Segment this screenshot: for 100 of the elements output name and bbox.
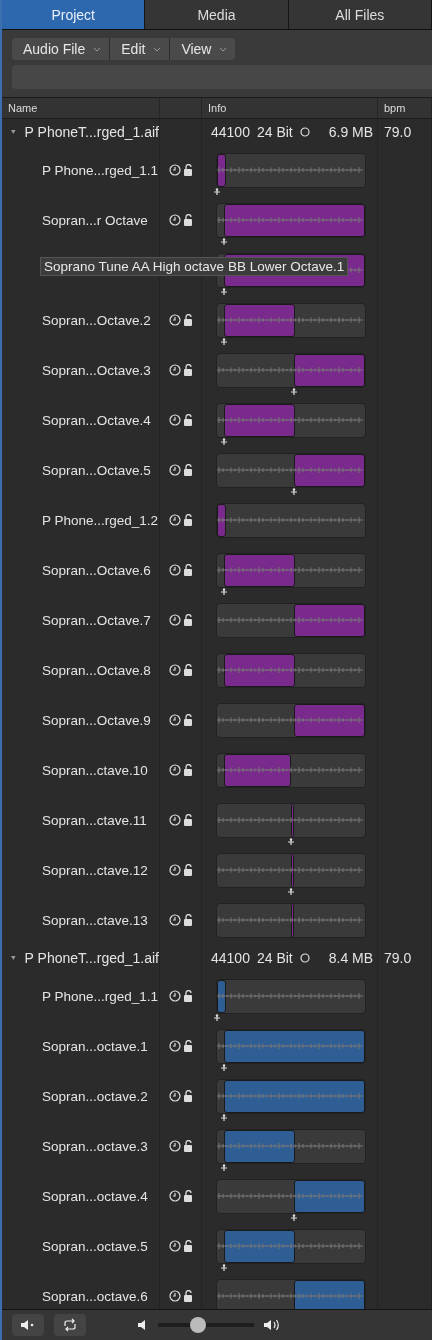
clock-icon xyxy=(168,1240,181,1252)
padlock-icon xyxy=(182,514,193,526)
padlock-icon xyxy=(182,1240,193,1252)
volume-low-icon xyxy=(138,1320,148,1330)
region-name[interactable]: Sopran...octave.2 xyxy=(2,1088,148,1104)
menu-button[interactable]: Audio File xyxy=(12,38,111,60)
region-name[interactable]: Sopran...Octave.7 xyxy=(2,612,151,628)
speaker-button[interactable] xyxy=(12,1314,44,1336)
bit-depth: 24 Bit xyxy=(256,950,293,966)
padlock-icon xyxy=(182,314,193,326)
circle-icon xyxy=(299,953,310,963)
padlock-icon xyxy=(182,464,193,476)
clock-icon xyxy=(168,1140,181,1152)
region-name[interactable]: Sopran...octave.5 xyxy=(2,1238,148,1254)
clock-icon xyxy=(168,1190,181,1202)
padlock-icon xyxy=(182,990,193,1002)
column-header[interactable]: Info xyxy=(208,102,227,114)
padlock-icon xyxy=(182,614,193,626)
loop-icon xyxy=(62,1318,78,1332)
padlock-icon xyxy=(182,664,193,676)
region-name[interactable]: Sopran...ctave.12 xyxy=(2,862,148,878)
clock-icon xyxy=(168,814,181,826)
padlock-icon xyxy=(182,1090,193,1102)
padlock-icon xyxy=(182,914,193,926)
disclosure-triangle-icon[interactable] xyxy=(11,128,16,136)
region-name[interactable]: Sopran...Octave.6 xyxy=(2,562,151,578)
disclosure-triangle-icon[interactable] xyxy=(11,954,16,962)
clock-icon xyxy=(168,664,181,676)
region-name[interactable]: P Phone...rged_1.1 xyxy=(2,162,159,178)
loop-button[interactable] xyxy=(54,1314,86,1336)
bpm-value: 79.0 xyxy=(384,950,412,966)
file-size: 8.4 MB xyxy=(328,950,374,966)
clock-icon xyxy=(168,914,181,926)
sample-rate: 44100 xyxy=(211,124,250,140)
clock-icon xyxy=(168,764,181,776)
clock-icon xyxy=(168,614,181,626)
clock-icon xyxy=(168,214,181,226)
clock-icon xyxy=(168,364,181,376)
padlock-icon xyxy=(182,864,193,876)
region-name[interactable]: Sopran...Octave.4 xyxy=(2,412,151,428)
padlock-icon xyxy=(182,814,193,826)
file-size: 6.9 MB xyxy=(328,124,374,140)
bit-depth: 24 Bit xyxy=(256,124,293,140)
padlock-icon xyxy=(182,414,193,426)
region-name[interactable]: Sopran...Octave.3 xyxy=(2,362,151,378)
region-name[interactable]: Sopran...Octave.8 xyxy=(2,662,151,678)
region-name[interactable]: Sopran...ctave.10 xyxy=(2,762,148,778)
padlock-icon xyxy=(182,1290,193,1302)
region-name[interactable]: Sopran...Octave.2 xyxy=(2,312,151,328)
speaker-icon xyxy=(20,1319,36,1331)
padlock-icon xyxy=(182,1140,193,1152)
chevron-icon xyxy=(219,46,228,52)
region-name[interactable]: Sopran...octave.6 xyxy=(2,1288,148,1304)
region-name[interactable]: Sopran...ctave.11 xyxy=(2,812,147,828)
region-name[interactable]: Sopran...octave.3 xyxy=(2,1138,148,1154)
audio-file-name[interactable]: P PhoneT...rged_1.aif xyxy=(24,124,159,140)
menu-button[interactable]: View xyxy=(170,38,236,60)
menu-button[interactable]: Edit xyxy=(110,38,171,60)
padlock-icon xyxy=(182,1190,193,1202)
tab[interactable]: Media xyxy=(145,0,289,29)
clock-icon xyxy=(168,414,181,426)
audio-file-name[interactable]: P PhoneT...rged_1.aif xyxy=(24,950,159,966)
region-name[interactable]: P Phone...rged_1.2 xyxy=(2,512,159,528)
column-header[interactable]: bpm xyxy=(384,102,406,114)
clock-icon xyxy=(168,314,181,326)
column-header[interactable]: Name xyxy=(8,102,38,114)
clock-icon xyxy=(168,1090,181,1102)
region-name[interactable]: Sopran...r Octave xyxy=(2,212,148,228)
clock-icon xyxy=(168,464,181,476)
padlock-icon xyxy=(182,214,193,226)
slider-thumb[interactable] xyxy=(190,1317,206,1333)
sample-rate: 44100 xyxy=(211,950,250,966)
tab[interactable]: Project xyxy=(2,0,146,29)
clock-icon xyxy=(168,714,181,726)
clock-icon xyxy=(168,1290,181,1302)
circle-icon xyxy=(299,127,310,137)
bpm-value: 79.0 xyxy=(384,124,412,140)
chevron-icon xyxy=(93,46,102,52)
padlock-icon xyxy=(182,764,193,776)
region-name[interactable]: Sopran...Octave.9 xyxy=(2,712,151,728)
clock-icon xyxy=(168,164,181,176)
padlock-icon xyxy=(182,1040,193,1052)
padlock-icon xyxy=(182,714,193,726)
clock-icon xyxy=(168,864,181,876)
region-name[interactable]: Sopran...ctave.13 xyxy=(2,912,148,928)
region-name[interactable]: Sopran...octave.1 xyxy=(2,1038,148,1054)
tooltip: Soprano Tune AA High octave BB Lower Octave.1 xyxy=(40,257,349,276)
tab[interactable]: All Files xyxy=(288,0,432,29)
padlock-icon xyxy=(182,564,193,576)
clock-icon xyxy=(168,564,181,576)
region-name[interactable]: Sopran...Octave.5 xyxy=(2,462,151,478)
padlock-icon xyxy=(182,164,193,176)
volume-high-icon xyxy=(264,1319,280,1331)
clock-icon xyxy=(168,990,181,1002)
padlock-icon xyxy=(182,364,193,376)
region-name[interactable]: P Phone...rged_1.1 xyxy=(2,988,159,1004)
clock-icon xyxy=(168,514,181,526)
region-name[interactable]: Sopran...octave.4 xyxy=(2,1188,148,1204)
clock-icon xyxy=(168,1040,181,1052)
chevron-icon xyxy=(153,46,162,52)
